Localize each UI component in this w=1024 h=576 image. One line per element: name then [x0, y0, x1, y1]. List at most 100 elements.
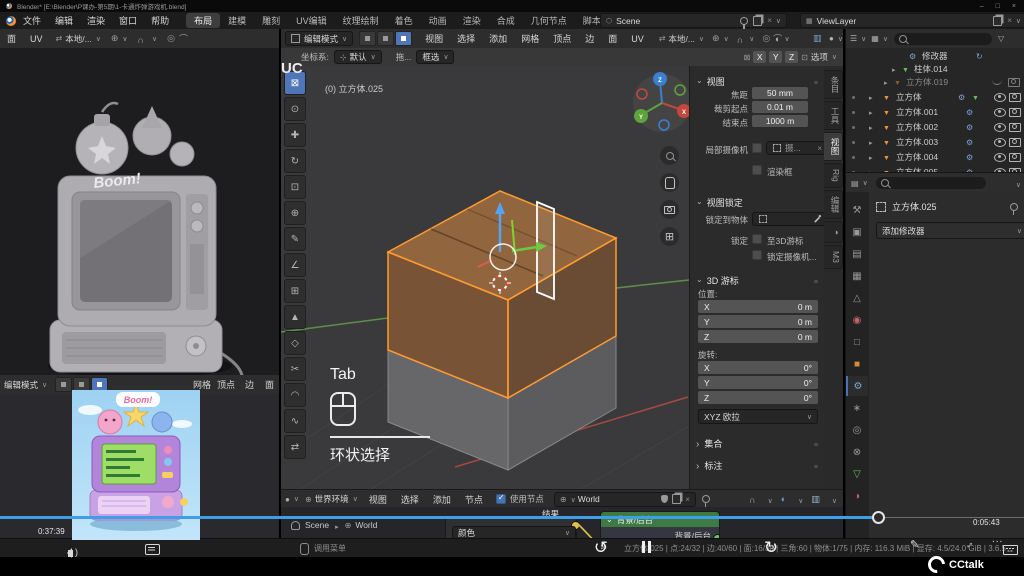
pivot-dropdown[interactable]: ⊕: [111, 33, 128, 44]
workspace-tab-sculpt[interactable]: 雕刻: [254, 13, 288, 28]
unlink-icon[interactable]: ×: [685, 495, 690, 504]
overlays-dropdown[interactable]: [794, 490, 803, 508]
close-icon[interactable]: ×: [767, 16, 772, 25]
workspace-tab-texpaint[interactable]: 纹理绘制: [335, 13, 387, 28]
xray-toggle-icon[interactable]: ▥: [813, 33, 822, 44]
camera-view-button[interactable]: [660, 200, 679, 219]
workspace-tab-compositing[interactable]: 合成: [489, 13, 523, 28]
menu-view[interactable]: 视图: [362, 493, 394, 506]
render-region-checkbox[interactable]: [752, 165, 762, 175]
shading-dropdown[interactable]: ●: [829, 34, 843, 43]
mirror-x-button[interactable]: X: [753, 51, 766, 63]
pause-button[interactable]: [642, 541, 651, 553]
extrude-tool[interactable]: ▲: [284, 305, 306, 329]
snap-dropdown[interactable]: [764, 490, 773, 508]
lock-to-object-field[interactable]: [752, 212, 828, 226]
expand-icon[interactable]: [869, 152, 873, 162]
workspace-tab-rendering[interactable]: 渲染: [455, 13, 489, 28]
spin-tool[interactable]: ◠: [284, 383, 306, 407]
cursor-section-header[interactable]: 3D 游标: [696, 271, 818, 289]
fake-user-shield-icon[interactable]: [661, 495, 668, 503]
workspace-tab-layout[interactable]: 布局: [186, 13, 220, 28]
properties-tab-physics[interactable]: ◎: [846, 420, 868, 440]
lock-camera-checkbox[interactable]: [752, 250, 762, 260]
filter-funnel-icon[interactable]: ▽: [998, 34, 1004, 43]
modifier-refresh-icon[interactable]: ↻: [976, 52, 983, 61]
use-nodes-checkbox[interactable]: [496, 494, 506, 504]
cursor-loc-z-field[interactable]: Z0 m: [698, 330, 818, 343]
mirror-z-button[interactable]: Z: [785, 51, 798, 63]
more-options-icon[interactable]: ...: [992, 534, 1003, 545]
outliner-row-cube004[interactable]: 立方体.004: [846, 150, 1024, 164]
expand-icon[interactable]: [869, 92, 873, 102]
pivot-dropdown[interactable]: ⊕: [712, 33, 729, 44]
workspace-tab-shading[interactable]: 着色: [387, 13, 421, 28]
properties-tab-modifiers[interactable]: ⚙: [846, 376, 868, 396]
camera-visibility-icon[interactable]: [1009, 153, 1021, 162]
camera-visibility-icon[interactable]: [1009, 108, 1021, 117]
outliner-display-mode-dropdown[interactable]: ☰: [850, 34, 866, 43]
lock-to-cursor-checkbox[interactable]: [752, 234, 762, 244]
properties-editor-type-dropdown[interactable]: ▤: [851, 179, 868, 188]
rotate-tool[interactable]: ↻: [284, 149, 306, 173]
perspective-toggle-button[interactable]: [660, 227, 679, 246]
notes-pencil-icon[interactable]: ✎: [910, 538, 919, 551]
scene-selector[interactable]: ⬡ Scene ×: [600, 13, 787, 28]
shader-editor-body[interactable]: Scene ⊕ World 结果 颜色 背景/后台 背景/后台: [281, 507, 843, 538]
n-panel-tab-item[interactable]: 条目: [824, 70, 843, 99]
properties-tab-particles[interactable]: ∗: [846, 398, 868, 418]
local-camera-field[interactable]: 摄... ×: [766, 141, 828, 155]
add-cube-tool[interactable]: ⊞: [284, 279, 306, 303]
color-dropdown[interactable]: 颜色: [452, 526, 576, 538]
transform-tool[interactable]: ⊕: [284, 201, 306, 225]
camera-visibility-icon[interactable]: [1009, 138, 1021, 147]
orientation-dropdown[interactable]: ⇄ 本地/...: [659, 33, 704, 45]
eye-icon[interactable]: [994, 138, 1006, 147]
pan-button[interactable]: [660, 173, 679, 192]
mirror-icon[interactable]: ⊠: [743, 53, 750, 62]
eye-closed-icon[interactable]: [992, 80, 1002, 85]
knife-tool[interactable]: ✂: [284, 357, 306, 381]
keyboard-icon[interactable]: [1003, 545, 1018, 555]
menu-face[interactable]: 面: [0, 32, 23, 45]
workspace-tab-animation[interactable]: 动画: [421, 13, 455, 28]
clip-end-field[interactable]: 1000 m: [752, 115, 808, 127]
menu-view[interactable]: 视图: [418, 32, 450, 45]
outliner-row-cube005[interactable]: 立方体.005: [846, 165, 1024, 172]
properties-search-input[interactable]: [876, 177, 986, 189]
vertex-select-button[interactable]: [55, 377, 72, 392]
menu-add[interactable]: 添加: [482, 32, 514, 45]
n-panel-tab-m3[interactable]: M3: [824, 245, 843, 269]
falloff-icon[interactable]: ⌒: [179, 32, 188, 45]
properties-tab-world[interactable]: ◉: [846, 310, 868, 330]
measure-tool[interactable]: ∠: [284, 253, 306, 277]
snap-magnet-icon[interactable]: [737, 30, 744, 48]
annotate-tool[interactable]: ✎: [284, 227, 306, 251]
box-select-dropdown[interactable]: 框选: [416, 50, 454, 64]
danmaku-icon[interactable]: [145, 544, 160, 555]
pin-icon[interactable]: [702, 495, 710, 503]
properties-tab-viewlayer[interactable]: ▦: [846, 266, 868, 286]
n-panel-tab-addon-icon[interactable]: ◑: [824, 221, 843, 243]
properties-tab-object[interactable]: ■: [846, 354, 868, 374]
eye-icon[interactable]: [994, 108, 1006, 117]
snap-options-icon[interactable]: ⊡: [801, 53, 808, 62]
snap-dropdown[interactable]: [745, 35, 754, 43]
close-button[interactable]: ×: [1012, 3, 1016, 10]
menu-window[interactable]: 窗口: [112, 14, 144, 27]
video-progress-knob[interactable]: [872, 511, 885, 524]
mode-selector[interactable]: 编辑模式: [285, 31, 353, 46]
move-tool[interactable]: ✚: [284, 123, 306, 147]
outliner-row-cube[interactable]: 立方体: [846, 90, 1024, 104]
new-viewlayer-icon[interactable]: [993, 16, 1002, 26]
outliner-collection-dropdown[interactable]: ▦: [871, 34, 888, 43]
proportional-editing-icon[interactable]: ◎: [167, 33, 175, 44]
outliner-row-cube019[interactable]: 立方体.019: [846, 75, 1024, 89]
vertex-select-button[interactable]: [359, 31, 376, 46]
outliner-search-input[interactable]: [894, 33, 992, 45]
menu-select[interactable]: 选择: [450, 32, 482, 45]
outliner-row-modifier[interactable]: 修改器 ↻: [846, 49, 1024, 63]
snap-icon[interactable]: [137, 30, 144, 48]
zoom-button[interactable]: [660, 146, 679, 165]
local-camera-checkbox[interactable]: [752, 143, 762, 153]
